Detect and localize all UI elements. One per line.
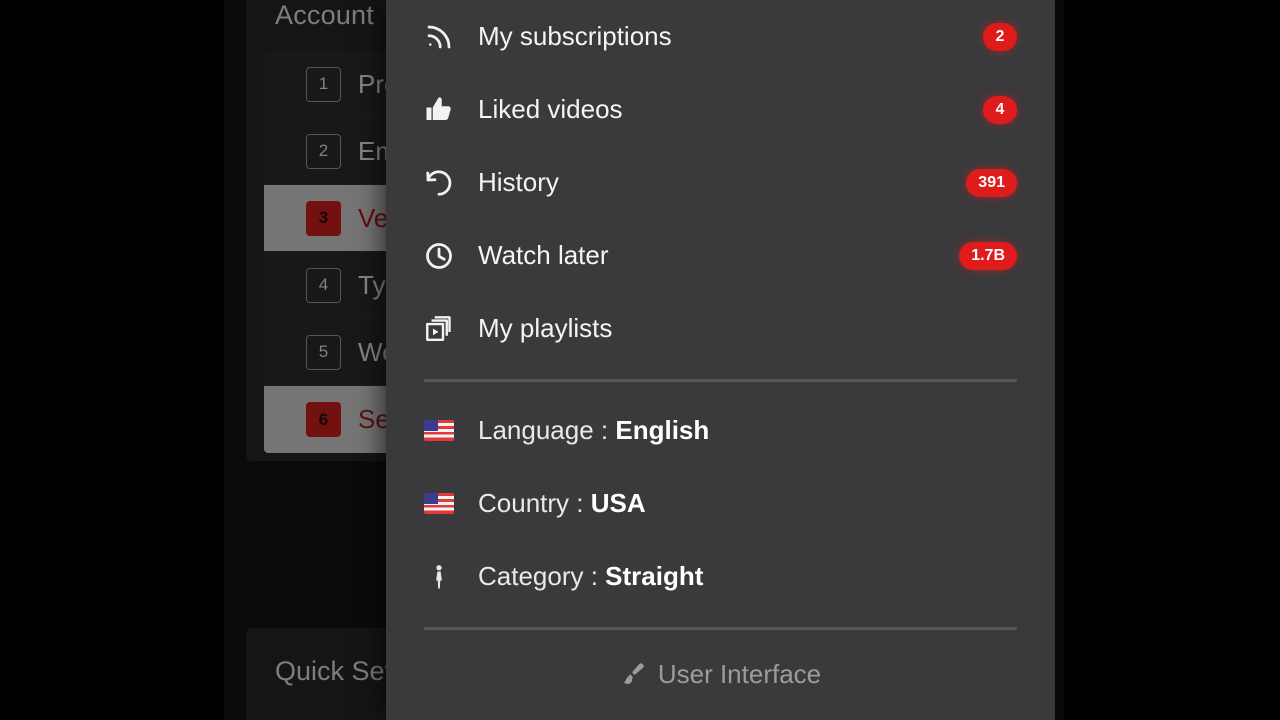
menu-item-category[interactable]: Category : Straight bbox=[424, 540, 1017, 613]
divider-2 bbox=[424, 627, 1017, 630]
menu-item-colors[interactable]: Colors Dark bbox=[424, 706, 1017, 720]
language-key: Language : bbox=[478, 415, 616, 445]
menu-item-badge: 4 bbox=[983, 95, 1017, 124]
menu-item-history[interactable]: History 391 bbox=[424, 146, 1017, 219]
divider-1 bbox=[424, 379, 1017, 382]
playlist-icon bbox=[424, 314, 464, 344]
country-key: Country : bbox=[478, 488, 591, 518]
user-menu-overlay: My subscriptions 2 Liked videos 4 Histor… bbox=[386, 0, 1055, 720]
paintbrush-icon bbox=[620, 661, 646, 687]
country-row-text: Country : USA bbox=[478, 488, 1017, 519]
user-interface-title: User Interface bbox=[657, 658, 822, 689]
menu-item-label: My playlists bbox=[478, 313, 613, 343]
item-number-badge: 4 bbox=[306, 267, 341, 303]
item-number-badge: 1 bbox=[306, 66, 341, 102]
screen: Account 1 Profile 2 Email 3 Verification… bbox=[0, 0, 1280, 720]
menu-item-label: Watch later bbox=[478, 240, 609, 270]
menu-item-label: My subscriptions bbox=[478, 21, 672, 51]
item-number-badge: 3 bbox=[306, 200, 341, 236]
language-value: English bbox=[615, 415, 710, 445]
us-flag-icon bbox=[424, 420, 464, 441]
menu-item-badge: 2 bbox=[983, 22, 1017, 51]
menu-item-label: History bbox=[478, 167, 559, 197]
thumbs-up-icon bbox=[424, 95, 464, 125]
category-key: Category : bbox=[478, 561, 606, 591]
menu-item-language[interactable]: Language : English bbox=[424, 394, 1017, 467]
menu-item-badge: 391 bbox=[966, 168, 1017, 197]
country-value: USA bbox=[590, 488, 646, 518]
language-row-text: Language : English bbox=[478, 415, 1017, 446]
clock-icon bbox=[424, 241, 464, 271]
category-row-text: Category : Straight bbox=[478, 561, 1017, 592]
item-number-badge: 6 bbox=[306, 402, 341, 437]
menu-item-country[interactable]: Country : USA bbox=[424, 467, 1017, 540]
menu-item-watch-later[interactable]: Watch later 1.7B bbox=[424, 219, 1017, 292]
menu-item-badge: 1.7B bbox=[959, 241, 1017, 270]
menu-item-my-playlists[interactable]: My playlists bbox=[424, 292, 1017, 365]
item-number-badge: 2 bbox=[306, 133, 341, 169]
history-icon bbox=[424, 168, 464, 198]
menu-item-label: Liked videos bbox=[478, 94, 623, 124]
rss-icon bbox=[424, 22, 464, 52]
category-value: Straight bbox=[605, 561, 704, 591]
item-number-badge: 5 bbox=[306, 334, 341, 370]
menu-item-liked-videos[interactable]: Liked videos 4 bbox=[424, 73, 1017, 146]
person-icon bbox=[424, 562, 464, 592]
user-interface-section-header: User Interface bbox=[424, 642, 1017, 706]
menu-item-my-subscriptions[interactable]: My subscriptions 2 bbox=[424, 0, 1017, 73]
us-flag-icon bbox=[424, 493, 464, 514]
